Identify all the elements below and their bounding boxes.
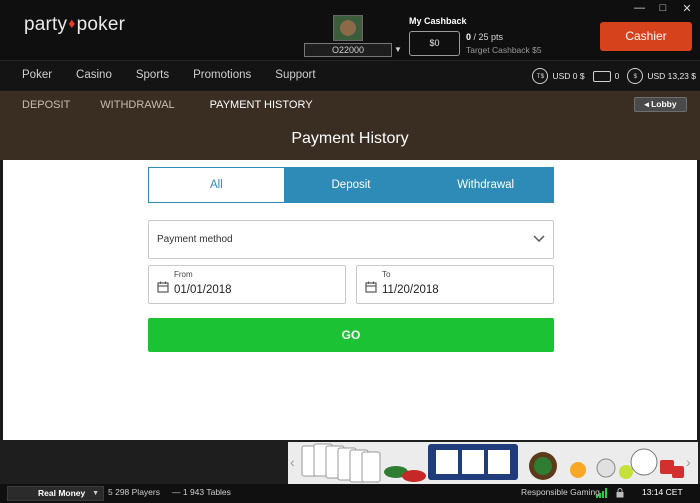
tab-deposit[interactable]: DEPOSIT [22,91,70,119]
main-nav: Poker Casino Sports Promotions Support T… [0,60,700,90]
title-bar: Payment History [0,119,700,160]
go-button[interactable]: GO [148,318,554,352]
points-value: 0 [466,32,472,42]
calendar-icon[interactable] [365,281,377,293]
responsible-gaming-link[interactable]: Responsible Gaming [521,487,600,497]
calendar-icon[interactable] [157,281,169,293]
ts-balance-value: USD 0 $ [552,71,585,81]
status-bar: Real Money ▼ 5 298 Players — 1 943 Table… [0,484,700,503]
page-title: Payment History [291,130,409,147]
avatar[interactable] [333,15,363,41]
banner-prev-arrow-icon[interactable]: ‹ [290,454,300,470]
payment-method-label: Payment method [157,234,233,245]
dollar-icon: $ [627,68,644,84]
nav-item-poker[interactable]: Poker [0,61,64,91]
from-label: From [174,270,193,279]
cash-balance-value: USD 13,23 $ [647,71,696,81]
banner-next-arrow-icon[interactable]: › [686,454,696,470]
from-date-field[interactable]: From 01/01/2018 [148,265,346,304]
cashier-tabs: DEPOSIT WITHDRAWAL PAYMENT HISTORY [0,91,313,119]
payment-history-form: All Deposit Withdrawal Payment method Fr… [3,160,697,440]
type-segmented-control: All Deposit Withdrawal [148,167,554,203]
cashier-subnav: DEPOSIT WITHDRAWAL PAYMENT HISTORY ◂ Lob… [0,91,700,119]
app-window: party♦poker — □ ✕ O22000 ▼ My Cashback $… [0,0,700,503]
logo-text-party: party [24,14,68,35]
money-mode-select[interactable]: Real Money ▼ [7,486,104,501]
logo-diamond-icon: ♦ [68,15,76,31]
payment-method-select[interactable]: Payment method [148,220,554,259]
username-select[interactable]: O22000 [304,43,392,57]
cashback-value[interactable]: $0 [409,31,460,56]
money-mode-label: Real Money [38,488,86,498]
promo-banner-image [288,442,698,484]
tab-withdrawal[interactable]: WITHDRAWAL [100,91,174,119]
target-cashback: Target Cashback $5 [466,45,542,55]
minimize-button[interactable]: — [634,2,645,15]
window-controls: — □ ✕ [634,2,692,15]
tables-count: — 1 943 Tables [172,487,231,497]
caret-down-icon[interactable]: ▼ [394,45,402,54]
tickets-value: 0 [614,71,620,81]
players-count: 5 298 Players [108,487,160,497]
balances: T$ USD 0 $ 0 $ USD 13,23 $ [532,61,696,91]
clock: 13:14 CET [642,487,683,497]
promo-banner[interactable]: ‹ › [288,442,698,484]
lobby-button[interactable]: ◂ Lobby [634,97,687,112]
cashier-button[interactable]: Cashier [600,22,692,51]
nav-item-sports[interactable]: Sports [124,61,181,91]
segment-deposit[interactable]: Deposit [283,168,419,202]
segment-withdrawal[interactable]: Withdrawal [418,168,554,202]
signal-strength-icon [596,488,607,498]
caret-down-icon: ▼ [92,490,99,497]
cash-balance[interactable]: $ USD 13,23 $ [627,68,696,84]
chevron-down-icon [533,235,545,243]
partypoker-logo[interactable]: party♦poker [24,14,125,36]
avatar-image [340,20,356,36]
segment-all[interactable]: All [149,168,284,202]
to-value: 11/20/2018 [382,284,439,296]
ts-icon: T$ [532,68,549,84]
tournament-dollars-balance[interactable]: T$ USD 0 $ [532,68,585,84]
to-date-field[interactable]: To 11/20/2018 [356,265,554,304]
cashback-points: 0 / 25 pts [466,32,503,42]
nav-item-promotions[interactable]: Promotions [181,61,263,91]
close-button[interactable]: ✕ [682,2,692,15]
top-header: party♦poker — □ ✕ O22000 ▼ My Cashback $… [0,0,700,60]
points-total: / 25 pts [473,32,504,42]
tickets-balance[interactable]: 0 [592,70,620,82]
nav-item-support[interactable]: Support [263,61,327,91]
nav-item-casino[interactable]: Casino [64,61,124,91]
cashback-title: My Cashback [409,16,467,26]
ticket-icon [592,70,611,82]
maximize-button[interactable]: □ [658,2,668,15]
lock-icon [616,488,624,498]
logo-text-poker: poker [76,14,126,35]
from-value: 01/01/2018 [174,284,232,296]
tab-payment-history[interactable]: PAYMENT HISTORY [210,91,313,119]
to-label: To [382,270,391,279]
nav-links: Poker Casino Sports Promotions Support [0,61,328,91]
